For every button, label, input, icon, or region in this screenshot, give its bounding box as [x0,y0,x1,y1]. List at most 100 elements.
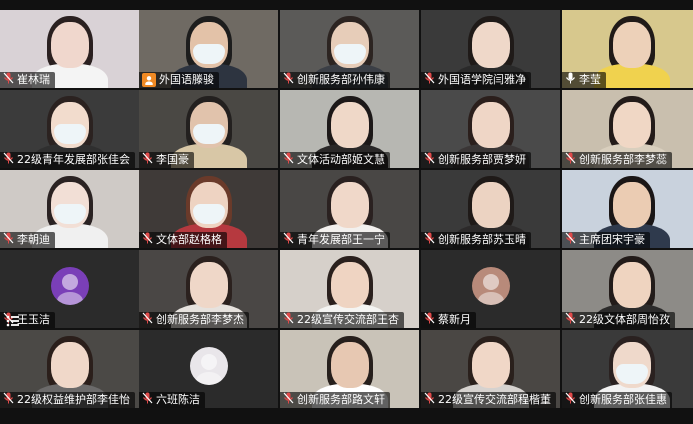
participant-tile[interactable]: 外国语滕骏 [139,10,278,88]
participant-name: 创新服务部孙伟康 [297,73,385,86]
mic-muted-icon [283,152,294,169]
participant-nameplate: 22级宣传交流部王杏 [280,312,404,328]
participant-tile[interactable]: 创新服务部李梦蕊 [562,90,693,168]
participant-nameplate: 22级权益维护部李佳怡 [0,392,135,408]
participant-nameplate: 蔡新月 [421,312,476,328]
mic-muted-icon [3,232,14,249]
mic-muted-icon [3,392,14,409]
participant-tile[interactable]: 创新服务部贾梦妍 [421,90,560,168]
participant-tile[interactable]: 创新服务部苏玉晴 [421,170,560,248]
participant-nameplate: 外国语学院闫雅净 [421,72,531,88]
participant-nameplate: 创新服务部李梦蕊 [562,152,672,168]
mic-muted-icon [3,72,14,89]
mic-muted-icon [424,232,435,249]
participant-tile[interactable]: 22级权益维护部李佳怡 [0,330,139,408]
participant-name: 22级宣传交流部王杏 [297,313,399,326]
participant-tile[interactable]: 主席团宋宇豪 [562,170,693,248]
participant-tile[interactable]: 22级宣传交流部程楷董 [421,330,560,408]
participant-nameplate: 创新服务部路文轩 [280,392,390,408]
participant-name: 创新服务部苏玉晴 [438,233,526,246]
participant-nameplate: 创新服务部李梦杰 [139,312,249,328]
participant-nameplate: 外国语滕骏 [139,72,219,88]
participant-nameplate: 崔林瑞 [0,72,55,88]
more-options-icon[interactable] [2,312,24,330]
participant-nameplate: 青年发展部王一宁 [280,232,390,248]
participant-tile[interactable]: 22级文体部周怡孜 [562,250,693,328]
video-grid: 崔林瑞 外国语滕骏 创新服务部孙伟康 外国语学院闫雅净 李莹 22级青年发展部张佳会 李国豪… [0,10,693,410]
participant-nameplate: 创新服务部贾梦妍 [421,152,531,168]
mic-muted-icon [565,232,576,249]
participant-tile[interactable]: 文体部赵格格 [139,170,278,248]
participant-name: 李朝迪 [17,233,50,246]
participant-name: 创新服务部张佳惠 [579,393,667,406]
participant-nameplate: 李国豪 [139,152,194,168]
participant-name: 创新服务部李梦蕊 [579,153,667,166]
participant-nameplate: 六班陈洁 [139,392,205,408]
participant-tile[interactable]: 李国豪 [139,90,278,168]
mic-muted-icon [283,72,294,89]
participant-tile[interactable]: 文体活动部姬文慧 [280,90,419,168]
mic-muted-icon [565,392,576,409]
participant-tile[interactable]: 22级宣传交流部王杏 [280,250,419,328]
participant-tile[interactable]: 创新服务部路文轩 [280,330,419,408]
participant-nameplate: 李莹 [562,72,606,88]
participant-tile[interactable]: 崔林瑞 [0,10,139,88]
mic-muted-icon [142,392,153,409]
mic-muted-icon [142,232,153,249]
mic-muted-icon [565,312,576,329]
participant-nameplate: 22级文体部周怡孜 [562,312,675,328]
participant-name: 李莹 [579,73,601,86]
mic-muted-icon [142,152,153,169]
mic-muted-icon [565,152,576,169]
participant-tile[interactable]: 创新服务部孙伟康 [280,10,419,88]
participant-nameplate: 李朝迪 [0,232,55,248]
mic-muted-icon [424,72,435,89]
mic-muted-icon [424,312,435,329]
participant-tile[interactable]: 蔡新月 [421,250,560,328]
mic-muted-icon [424,392,435,409]
participant-name: 蔡新月 [438,313,471,326]
participant-name: 外国语学院闫雅净 [438,73,526,86]
profile-avatar-icon [50,266,89,305]
participant-name: 22级宣传交流部程楷董 [438,393,551,406]
participant-name: 22级青年发展部张佳会 [17,153,130,166]
participant-name: 文体部赵格格 [156,233,222,246]
profile-avatar-icon [189,346,228,385]
participant-name: 六班陈洁 [156,393,200,406]
participant-tile[interactable]: 李朝迪 [0,170,139,248]
participant-name: 青年发展部王一宁 [297,233,385,246]
participant-name: 创新服务部贾梦妍 [438,153,526,166]
mic-on-icon [565,72,576,89]
participant-name: 22级文体部周怡孜 [579,313,670,326]
host-badge-icon [142,73,156,87]
participant-name: 外国语滕骏 [159,73,214,86]
participant-name: 李国豪 [156,153,189,166]
participant-tile[interactable]: 创新服务部张佳惠 [562,330,693,408]
participant-nameplate: 22级青年发展部张佳会 [0,152,135,168]
mic-muted-icon [3,152,14,169]
participant-nameplate: 主席团宋宇豪 [562,232,650,248]
mic-muted-icon [424,152,435,169]
participant-tile[interactable]: 六班陈洁 [139,330,278,408]
participant-name: 22级权益维护部李佳怡 [17,393,130,406]
mic-muted-icon [283,232,294,249]
participant-name: 创新服务部李梦杰 [156,313,244,326]
participant-tile[interactable]: 22级青年发展部张佳会 [0,90,139,168]
participant-nameplate: 文体部赵格格 [139,232,227,248]
participant-tile[interactable]: 创新服务部李梦杰 [139,250,278,328]
mic-muted-icon [142,312,153,329]
mic-muted-icon [283,312,294,329]
participant-tile[interactable]: 李莹 [562,10,693,88]
participant-nameplate: 创新服务部苏玉晴 [421,232,531,248]
mic-muted-icon [283,392,294,409]
participant-nameplate: 创新服务部孙伟康 [280,72,390,88]
participant-nameplate: 创新服务部张佳惠 [562,392,672,408]
participant-name: 创新服务部路文轩 [297,393,385,406]
profile-avatar-icon [471,266,510,305]
participant-nameplate: 文体活动部姬文慧 [280,152,390,168]
participant-tile[interactable]: 青年发展部王一宁 [280,170,419,248]
participant-nameplate: 22级宣传交流部程楷董 [421,392,556,408]
participant-name: 崔林瑞 [17,73,50,86]
participant-name: 主席团宋宇豪 [579,233,645,246]
participant-tile[interactable]: 外国语学院闫雅净 [421,10,560,88]
